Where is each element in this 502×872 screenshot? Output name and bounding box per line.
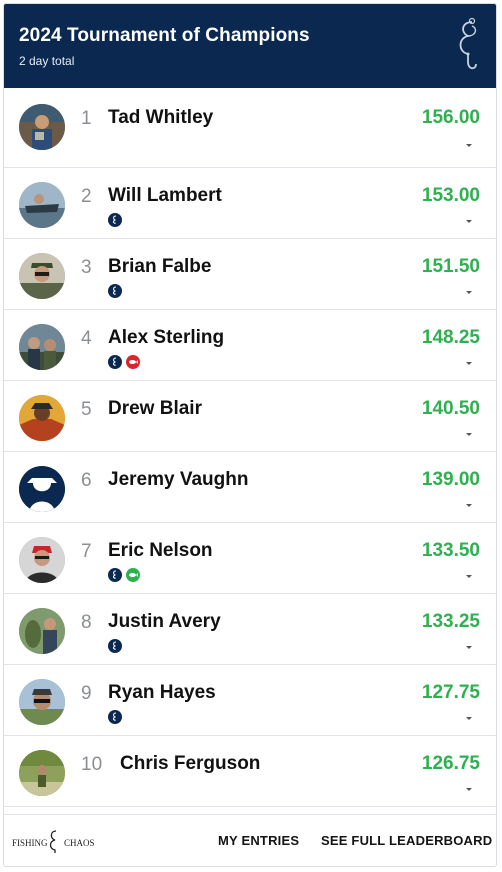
tournament-subtitle: 2 day total [19, 54, 75, 68]
chevron-down-icon[interactable] [464, 784, 474, 794]
chevron-down-icon[interactable] [464, 713, 474, 723]
hook-badge-icon [108, 284, 122, 298]
total-score: 153.00 [421, 185, 480, 206]
avatar [19, 537, 65, 583]
angler-name: Alex Sterling [108, 327, 225, 348]
rank-number: 3 [81, 257, 92, 278]
angler-name: Jeremy Vaughn [108, 469, 249, 490]
badge-list [108, 568, 140, 582]
leaderboard-list: 1 Tad Whitley 156.00 2 Will Lambert 153.… [4, 88, 496, 807]
chevron-down-icon[interactable] [464, 500, 474, 510]
avatar [19, 395, 65, 441]
badge-list [108, 710, 122, 724]
avatar [19, 466, 65, 512]
total-score: 140.50 [421, 398, 480, 419]
leaderboard-row[interactable]: 2 Will Lambert 153.00 [4, 168, 496, 239]
angler-name: Ryan Hayes [108, 682, 216, 703]
total-score: 156.00 [421, 107, 480, 128]
total-score: 139.00 [421, 469, 480, 490]
chevron-down-icon[interactable] [464, 571, 474, 581]
avatar [19, 608, 65, 654]
rank-number: 5 [81, 399, 92, 420]
fishing-hook-logo-icon [452, 16, 482, 76]
total-score: 133.25 [421, 611, 480, 632]
rank-number: 10 [81, 754, 103, 775]
rank-number: 1 [81, 108, 92, 129]
chevron-down-icon[interactable] [464, 140, 474, 150]
hook-badge-icon [108, 639, 122, 653]
rank-number: 8 [81, 612, 92, 633]
total-score: 151.50 [421, 256, 480, 277]
total-score: 126.75 [421, 753, 480, 774]
see-full-leaderboard-link[interactable]: SEE FULL LEADERBOARD [321, 833, 492, 848]
avatar [19, 253, 65, 299]
red-fish-badge-icon [126, 355, 140, 369]
angler-name: Eric Nelson [108, 540, 213, 561]
chevron-down-icon[interactable] [464, 358, 474, 368]
leaderboard-row[interactable]: 8 Justin Avery 133.25 [4, 594, 496, 665]
tournament-title: 2024 Tournament of Champions [19, 25, 310, 46]
leaderboard-header: 2024 Tournament of Champions 2 day total [4, 4, 496, 88]
angler-name: Drew Blair [108, 398, 202, 419]
chevron-down-icon[interactable] [464, 287, 474, 297]
rank-number: 7 [81, 541, 92, 562]
leaderboard-card: 2024 Tournament of Champions 2 day total… [3, 3, 497, 867]
green-fish-badge-icon [126, 568, 140, 582]
hook-badge-icon [108, 213, 122, 227]
angler-name: Will Lambert [108, 185, 222, 206]
my-entries-link[interactable]: MY ENTRIES [218, 833, 299, 848]
leaderboard-footer: FISHING CHAOS MY ENTRIES SEE FULL LEADER… [4, 814, 496, 866]
badge-list [108, 213, 122, 227]
leaderboard-row[interactable]: 7 Eric Nelson 133.50 [4, 523, 496, 594]
leaderboard-row[interactable]: 9 Ryan Hayes 127.75 [4, 665, 496, 736]
rank-number: 9 [81, 683, 92, 704]
avatar [19, 750, 65, 796]
rank-number: 4 [81, 328, 92, 349]
angler-name: Justin Avery [108, 611, 221, 632]
total-score: 133.50 [421, 540, 480, 561]
avatar [19, 679, 65, 725]
total-score: 127.75 [421, 682, 480, 703]
avatar [19, 104, 65, 150]
hook-badge-icon [108, 710, 122, 724]
total-score: 148.25 [421, 327, 480, 348]
rank-number: 2 [81, 186, 92, 207]
fishing-and-chaos-logo-icon: FISHING CHAOS [12, 827, 98, 855]
angler-name: Brian Falbe [108, 256, 212, 277]
svg-text:FISHING: FISHING [12, 838, 48, 848]
angler-name: Tad Whitley [108, 107, 214, 128]
leaderboard-row[interactable]: 10 Chris Ferguson 126.75 [4, 736, 496, 807]
leaderboard-row[interactable]: 6 Jeremy Vaughn 139.00 [4, 452, 496, 523]
chevron-down-icon[interactable] [464, 429, 474, 439]
chevron-down-icon[interactable] [464, 642, 474, 652]
avatar [19, 182, 65, 228]
rank-number: 6 [81, 470, 92, 491]
badge-list [108, 639, 122, 653]
angler-name: Chris Ferguson [120, 753, 261, 774]
chevron-down-icon[interactable] [464, 216, 474, 226]
leaderboard-row[interactable]: 5 Drew Blair 140.50 [4, 381, 496, 452]
badge-list [108, 355, 140, 369]
leaderboard-row[interactable]: 4 Alex Sterling 148.25 [4, 310, 496, 381]
svg-text:CHAOS: CHAOS [64, 838, 95, 848]
leaderboard-row[interactable]: 3 Brian Falbe 151.50 [4, 239, 496, 310]
avatar [19, 324, 65, 370]
leaderboard-row[interactable]: 1 Tad Whitley 156.00 [4, 88, 496, 168]
badge-list [108, 284, 122, 298]
hook-badge-icon [108, 568, 122, 582]
hook-badge-icon [108, 355, 122, 369]
